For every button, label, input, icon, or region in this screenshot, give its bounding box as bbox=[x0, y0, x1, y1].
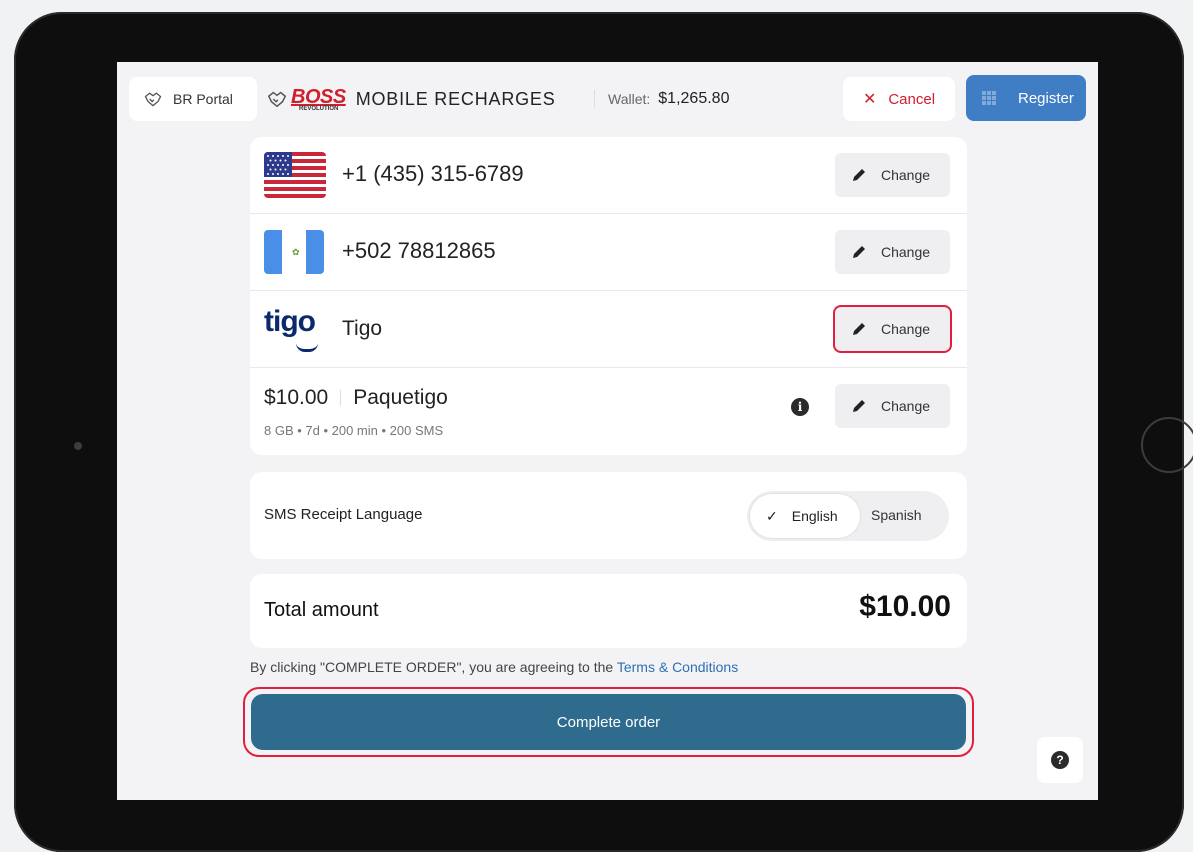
language-toggle: ✓ English Spanish bbox=[747, 491, 949, 541]
cancel-button[interactable]: ✕ Cancel bbox=[843, 77, 955, 121]
br-portal-button[interactable]: BR Portal bbox=[129, 77, 257, 121]
help-button[interactable]: ? bbox=[1037, 737, 1083, 783]
english-option[interactable]: ✓ English bbox=[750, 494, 860, 538]
tigo-logo: tigo bbox=[264, 305, 330, 352]
boss-logo: BOSS REVOLUTION bbox=[291, 87, 346, 112]
handshake-icon bbox=[144, 92, 162, 107]
complete-order-highlight: Complete order bbox=[243, 687, 974, 757]
change-plan-button[interactable]: Change bbox=[835, 384, 950, 428]
us-flag-icon bbox=[264, 152, 326, 198]
plan-price: $10.00 bbox=[264, 386, 329, 409]
plan-details: 8 GB • 7d • 200 min • 200 SMS bbox=[264, 423, 444, 438]
info-icon[interactable]: i bbox=[791, 398, 809, 416]
carrier-row: tigo Tigo Change bbox=[250, 291, 967, 368]
plan-summary: $10.00 Paquetigo bbox=[264, 386, 448, 410]
terms-text: By clicking "COMPLETE ORDER", you are ag… bbox=[250, 659, 617, 675]
sms-language-label: SMS Receipt Language bbox=[264, 506, 423, 523]
header-divider bbox=[594, 90, 595, 108]
total-card: Total amount $10.00 bbox=[250, 574, 967, 648]
br-portal-label: BR Portal bbox=[173, 91, 233, 107]
boss-logo-subtext: REVOLUTION bbox=[299, 105, 339, 112]
pencil-icon bbox=[853, 323, 865, 335]
help-icon: ? bbox=[1051, 751, 1069, 769]
terms-link[interactable]: Terms & Conditions bbox=[617, 659, 738, 675]
recipient-phone: +502 78812865 bbox=[342, 238, 496, 263]
home-button[interactable] bbox=[1141, 417, 1193, 473]
change-label: Change bbox=[881, 321, 931, 337]
app-screen: BR Portal BOSS REVOLUTION MOBILE RECHARG… bbox=[117, 62, 1098, 800]
spanish-option[interactable]: Spanish bbox=[871, 507, 922, 523]
total-label: Total amount bbox=[264, 599, 379, 621]
recipient-row: ✿ +502 78812865 Change bbox=[250, 214, 967, 291]
pencil-icon bbox=[853, 169, 865, 181]
change-label: Change bbox=[881, 167, 931, 183]
sender-phone: +1 (435) 315-6789 bbox=[342, 161, 524, 186]
english-label: English bbox=[791, 508, 838, 524]
wallet-amount: $1,265.80 bbox=[658, 90, 730, 107]
brand-logo: BOSS REVOLUTION MOBILE RECHARGES bbox=[265, 77, 556, 121]
cancel-label: Cancel bbox=[888, 90, 936, 108]
grid-icon bbox=[982, 91, 996, 105]
check-icon: ✓ bbox=[766, 507, 778, 524]
terms-notice: By clicking "COMPLETE ORDER", you are ag… bbox=[250, 659, 738, 675]
register-button[interactable]: Register bbox=[966, 75, 1086, 121]
change-carrier-button[interactable]: Change bbox=[835, 307, 950, 351]
change-recipient-button[interactable]: Change bbox=[835, 230, 950, 274]
camera-dot bbox=[74, 442, 82, 450]
guatemala-flag-icon: ✿ bbox=[264, 230, 324, 274]
change-label: Change bbox=[881, 398, 931, 414]
sms-language-card: SMS Receipt Language ✓ English Spanish bbox=[250, 472, 967, 559]
pencil-icon bbox=[853, 400, 865, 412]
change-label: Change bbox=[881, 244, 931, 260]
order-summary-card: +1 (435) 315-6789 Change ✿ +502 78812865… bbox=[250, 137, 967, 455]
carrier-name: Tigo bbox=[342, 317, 383, 340]
wallet-label: Wallet: bbox=[608, 91, 651, 107]
boss-logo-text: BOSS bbox=[291, 85, 346, 108]
handshake-logo-icon bbox=[267, 91, 287, 108]
register-label: Register bbox=[1018, 89, 1074, 107]
total-amount: $10.00 bbox=[859, 590, 951, 623]
plan-row: $10.00 Paquetigo 8 GB • 7d • 200 min • 2… bbox=[250, 368, 967, 455]
tigo-logo-text: tigo bbox=[264, 305, 316, 338]
wallet-balance: Wallet: $1,265.80 bbox=[608, 77, 729, 121]
plan-name: Paquetigo bbox=[353, 386, 448, 409]
close-icon: ✕ bbox=[862, 91, 877, 108]
sender-row: +1 (435) 315-6789 Change bbox=[250, 137, 967, 214]
pencil-icon bbox=[853, 246, 865, 258]
complete-order-button[interactable]: Complete order bbox=[251, 694, 966, 750]
change-sender-button[interactable]: Change bbox=[835, 153, 950, 197]
page-title: MOBILE RECHARGES bbox=[355, 88, 556, 109]
